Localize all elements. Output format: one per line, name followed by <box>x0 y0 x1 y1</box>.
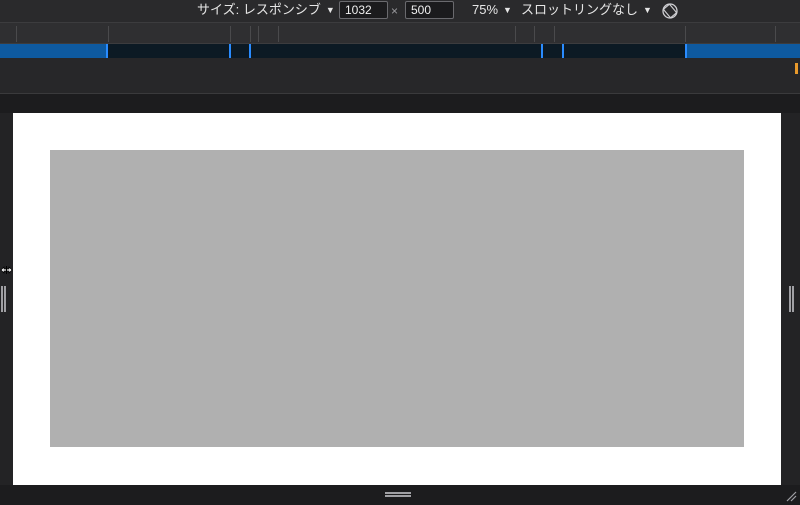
size-dropdown[interactable]: サイズ: レスポンシブ ▼ <box>197 0 335 22</box>
ruler-tick <box>250 26 251 42</box>
zoom-dropdown[interactable]: 75% ▼ <box>472 0 512 22</box>
scroll-marker <box>795 63 798 74</box>
breakpoint-marker[interactable] <box>106 44 108 58</box>
height-input[interactable] <box>405 1 454 19</box>
chevron-down-icon: ▼ <box>325 5 335 15</box>
ruler-tick <box>775 26 776 42</box>
breakpoint-marker[interactable] <box>541 44 543 58</box>
ruler-tick <box>515 26 516 42</box>
ruler-tick <box>258 26 259 42</box>
rotate-icon[interactable] <box>661 2 679 20</box>
page-content-box <box>50 150 744 447</box>
size-label: サイズ: レスポンシブ <box>197 2 321 17</box>
corner-resize-icon[interactable] <box>785 490 797 502</box>
breakpoint-segment[interactable] <box>686 44 800 58</box>
ruler-tick <box>278 26 279 42</box>
left-resize-handle[interactable] <box>0 286 6 312</box>
ruler-tick <box>685 26 686 42</box>
ruler-tick <box>230 26 231 42</box>
toolbar-spacer <box>0 58 800 93</box>
chevron-down-icon: ▼ <box>503 5 512 15</box>
width-input[interactable] <box>339 1 388 19</box>
breakpoint-marker[interactable] <box>562 44 564 58</box>
device-toolbar: サイズ: レスポンシブ ▼ × 75% ▼ スロットリングなし ▼ <box>0 0 800 22</box>
breakpoint-marker[interactable] <box>249 44 251 58</box>
resize-cursor-icon <box>0 266 13 274</box>
ruler-tick <box>16 26 17 42</box>
breakpoint-segment[interactable] <box>0 44 107 58</box>
zoom-label: 75% <box>472 2 499 17</box>
media-query-ruler <box>0 22 800 44</box>
ruler-tick <box>534 26 535 42</box>
chevron-down-icon: ▼ <box>643 5 652 15</box>
breakpoint-strip <box>0 44 800 58</box>
throttle-dropdown[interactable]: スロットリングなし ▼ <box>521 0 652 22</box>
right-resize-handle[interactable] <box>788 286 794 312</box>
times-symbol: × <box>391 4 399 18</box>
breakpoint-marker[interactable] <box>685 44 687 58</box>
ruler-tick <box>554 26 555 42</box>
throttle-label: スロットリングなし <box>521 2 639 17</box>
ruler-tick <box>108 26 109 42</box>
breakpoint-marker[interactable] <box>229 44 231 58</box>
bottom-resize-handle[interactable] <box>385 491 411 497</box>
